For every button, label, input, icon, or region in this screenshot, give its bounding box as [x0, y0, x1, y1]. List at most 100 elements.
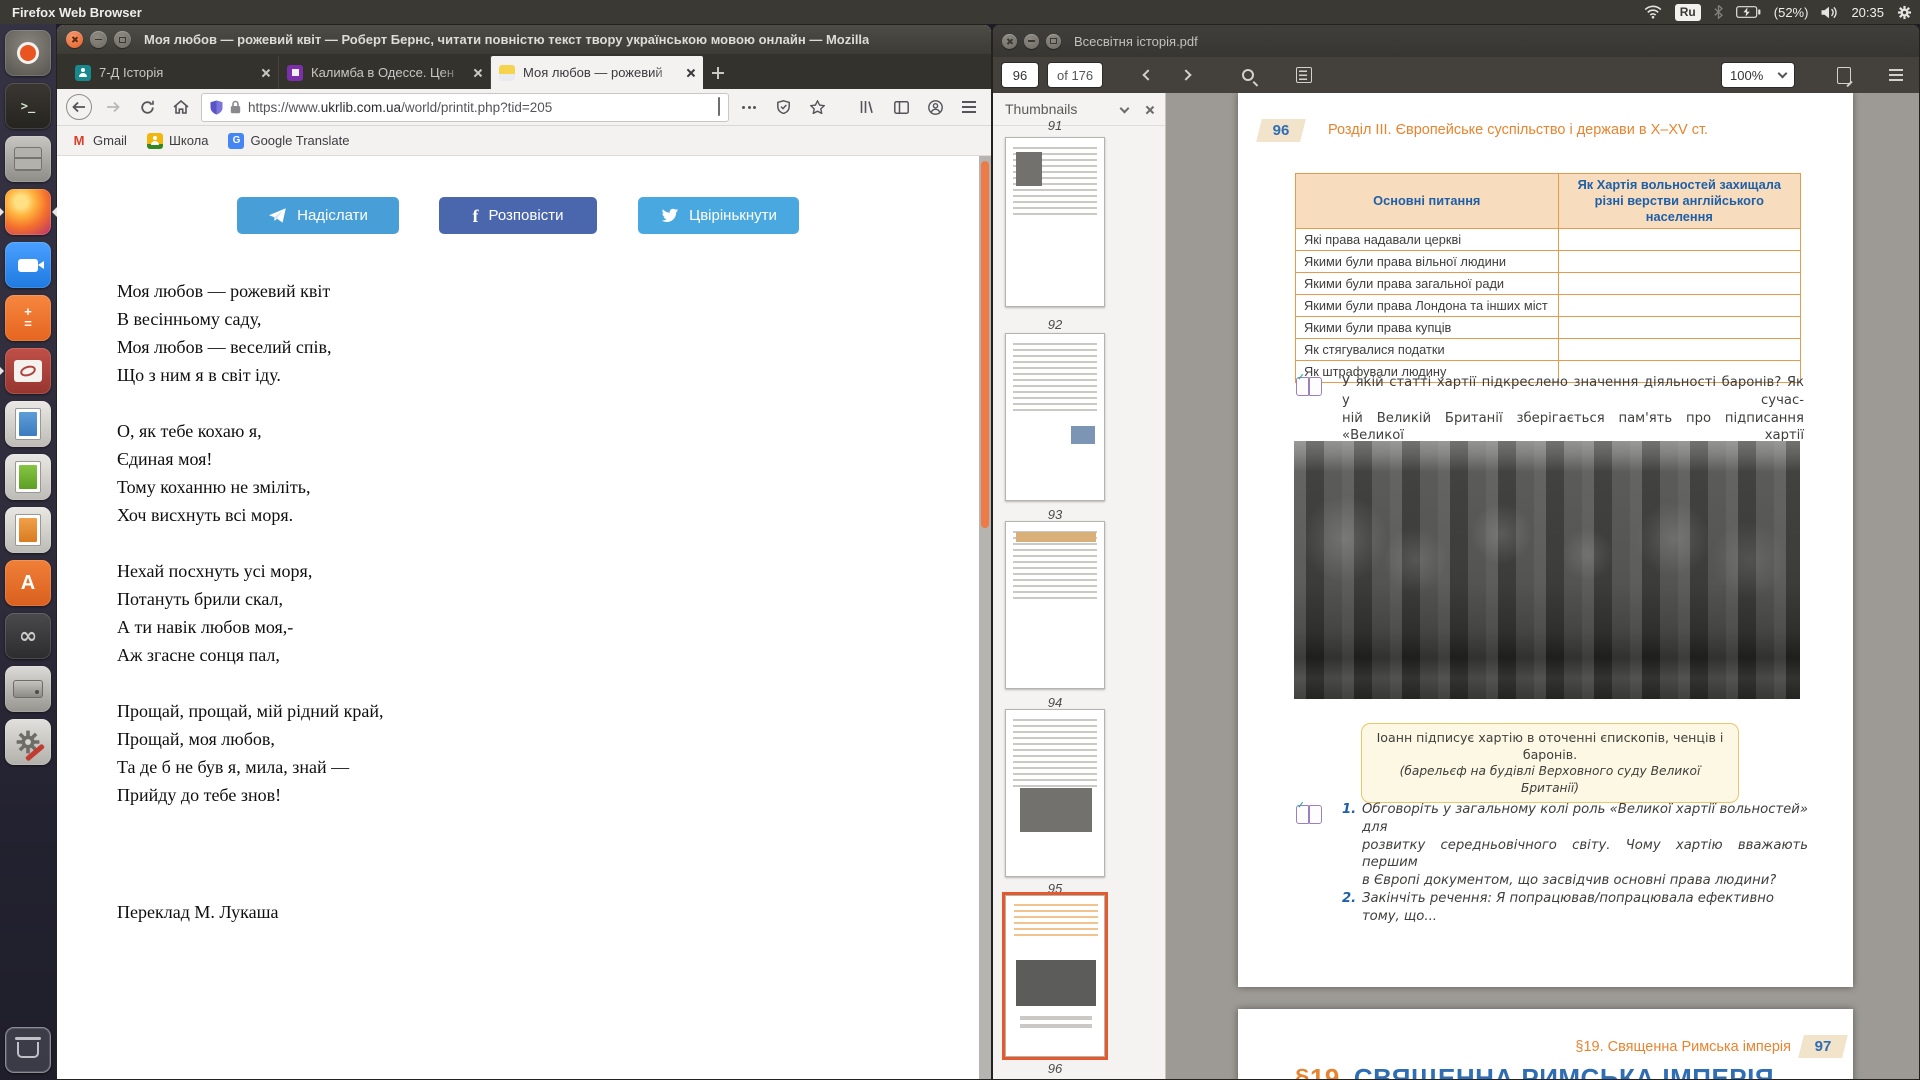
tab-kalimba[interactable]: Калимба в Одессе. Цен: [279, 56, 491, 89]
battery-icon[interactable]: [1736, 6, 1761, 18]
twitter-share-button[interactable]: Цвірінькнути: [638, 197, 799, 234]
window-minimize-button[interactable]: [1024, 34, 1039, 49]
tab-history-class[interactable]: 7-Д Історія: [67, 56, 279, 89]
thumb-label-96[interactable]: 96: [1005, 1061, 1105, 1076]
thumbnail-page-93[interactable]: [1005, 333, 1105, 501]
session-gear-icon[interactable]: [1897, 5, 1912, 20]
window-maximize-button[interactable]: [114, 31, 131, 48]
back-button[interactable]: [65, 93, 93, 121]
pdf-menu-button[interactable]: [1881, 61, 1911, 89]
gmail-icon: M: [71, 133, 87, 149]
next-page-button[interactable]: [1171, 61, 1201, 89]
thumbnail-page-94[interactable]: [1005, 521, 1105, 689]
photo-caption: Іоанн підписує хартію в оточенні єпископ…: [1361, 723, 1739, 803]
table-row: Якими були права купців: [1296, 316, 1801, 338]
thumbnail-page-96-selected[interactable]: [1005, 895, 1105, 1057]
sidebar-close-icon[interactable]: [1144, 105, 1153, 114]
forward-button[interactable]: [99, 93, 127, 121]
new-tab-button[interactable]: [703, 56, 733, 89]
bookmark-star-icon[interactable]: [803, 93, 831, 121]
thumb-label-95[interactable]: 95: [1005, 881, 1105, 896]
poem-stanza: О, як тебе кохаю я, Єдиная моя! Тому кох…: [117, 417, 384, 529]
table-row: Якими були права Лондона та інших міст: [1296, 294, 1801, 316]
library-icon[interactable]: [853, 93, 881, 121]
classroom-favicon: [75, 65, 91, 81]
system-settings-icon[interactable]: [5, 719, 51, 765]
window-close-button[interactable]: [66, 31, 83, 48]
window-minimize-button[interactable]: [90, 31, 107, 48]
thumbnail-page-95[interactable]: [1005, 709, 1105, 877]
bookmark-school[interactable]: Школа: [147, 133, 209, 149]
document-viewer-icon[interactable]: [5, 348, 51, 394]
trash-icon[interactable]: [5, 1027, 51, 1073]
table-row: Якими були права загальної ради: [1296, 272, 1801, 294]
url-bar[interactable]: https://www.ukrlib.com.ua/world/printit.…: [201, 93, 729, 122]
libreoffice-calc-icon[interactable]: [5, 454, 51, 500]
disks-icon[interactable]: [5, 666, 51, 712]
telegram-share-button[interactable]: Надіслати: [237, 197, 399, 234]
account-icon[interactable]: [921, 93, 949, 121]
file-manager-icon[interactable]: [5, 136, 51, 182]
previous-page-button[interactable]: [1133, 61, 1163, 89]
window-close-button[interactable]: [1002, 34, 1017, 49]
pdf-document-area[interactable]: 96 Розділ III. Європейське суспільство і…: [1166, 93, 1919, 1080]
tab-close-icon[interactable]: [472, 68, 482, 78]
scrollbar-thumb[interactable]: [981, 161, 989, 528]
home-button[interactable]: [167, 93, 195, 121]
page-number-input[interactable]: [1001, 62, 1039, 88]
sidebar-toggle-button[interactable]: [1289, 61, 1319, 89]
zoom-level-select[interactable]: 100%: [1721, 62, 1795, 88]
pocket-shield-icon[interactable]: [769, 93, 797, 121]
reload-button[interactable]: [133, 93, 161, 121]
thumb-label-92[interactable]: 92: [1005, 317, 1105, 332]
libreoffice-writer-icon[interactable]: [5, 401, 51, 447]
search-button[interactable]: [1233, 61, 1263, 89]
url-text[interactable]: https://www.ukrlib.com.ua/world/printit.…: [248, 100, 711, 115]
annotation-button[interactable]: [1829, 61, 1859, 89]
page-actions-icon[interactable]: [735, 93, 763, 121]
clock-label[interactable]: 20:35: [1851, 5, 1884, 20]
task-item: 1. Обговоріть у загальному колі роль «Ве…: [1342, 801, 1808, 890]
thumbnail-page-92[interactable]: [1005, 137, 1105, 307]
facebook-icon: f: [473, 207, 479, 225]
running-header-97: §19. Священна Римська імперія: [1575, 1039, 1791, 1055]
reader-mode-icon[interactable]: [718, 98, 720, 116]
tracking-shield-icon[interactable]: [210, 100, 223, 115]
volume-icon[interactable]: [1821, 6, 1838, 19]
tab-close-icon[interactable]: [260, 68, 270, 78]
infinity-app-icon[interactable]: ∞: [5, 613, 51, 659]
thumb-label-91[interactable]: 91: [1005, 118, 1105, 133]
thumb-label-94[interactable]: 94: [1005, 695, 1105, 710]
wifi-icon[interactable]: [1644, 5, 1662, 19]
pdf-titlebar[interactable]: Всесвітня історія.pdf: [993, 25, 1919, 57]
thumb-label-93[interactable]: 93: [1005, 507, 1105, 522]
ubuntu-software-icon[interactable]: A: [5, 560, 51, 606]
calculator-icon[interactable]: +=: [5, 295, 51, 341]
zoom-app-icon[interactable]: [5, 242, 51, 288]
keyboard-layout-indicator[interactable]: Ru: [1675, 4, 1701, 21]
window-maximize-button[interactable]: [1046, 34, 1061, 49]
sidebar-toggle-icon[interactable]: [887, 93, 915, 121]
tab-bar: 7-Д Історія Калимба в Одессе. Цен Моя лю…: [57, 54, 991, 89]
system-top-panel: Firefox Web Browser Ru (52%): [0, 0, 1920, 24]
page-total-label: of 176: [1047, 62, 1103, 88]
firefox-icon[interactable]: [5, 189, 51, 235]
poem-text: Моя любов — рожевий квіт В весінньому са…: [117, 277, 384, 926]
pdf-toolbar: of 176 100%: [993, 57, 1919, 93]
terminal-icon[interactable]: >_: [5, 83, 51, 129]
facebook-share-button[interactable]: f Розповісти: [439, 197, 597, 234]
bookmark-google-translate[interactable]: GGoogle Translate: [228, 133, 349, 149]
sidebar-title[interactable]: Thumbnails: [1005, 101, 1121, 117]
tab-close-icon[interactable]: [685, 68, 695, 78]
tab-poem-active[interactable]: Моя любов — рожевий: [491, 56, 703, 89]
sidebar-dropdown-icon[interactable]: [1120, 103, 1130, 113]
libreoffice-impress-icon[interactable]: [5, 507, 51, 553]
ubuntu-dash-icon[interactable]: [5, 30, 51, 76]
bookmark-gmail[interactable]: MGmail: [71, 133, 127, 149]
firefox-scrollbar[interactable]: [979, 156, 991, 1080]
table-header-questions: Основні питання: [1296, 174, 1559, 229]
bluetooth-icon[interactable]: [1714, 5, 1723, 19]
menu-hamburger-icon[interactable]: [955, 93, 983, 121]
pdf-window-title: Всесвітня історія.pdf: [1074, 34, 1198, 49]
firefox-titlebar[interactable]: Моя любов — рожевий квіт — Роберт Бернс,…: [57, 25, 991, 54]
